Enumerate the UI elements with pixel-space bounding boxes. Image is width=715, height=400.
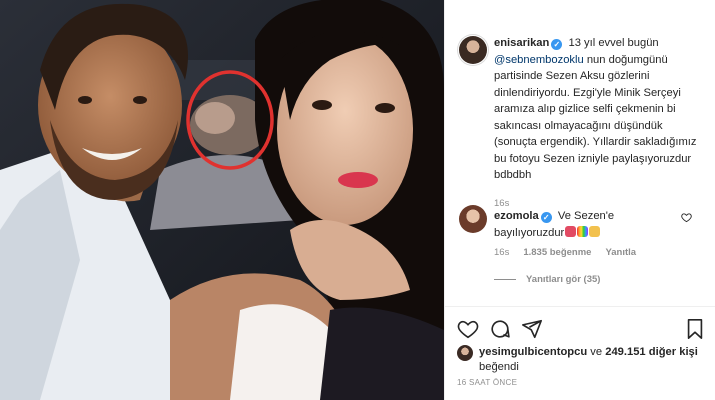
commenter-avatar[interactable] xyxy=(459,205,487,233)
heart-icon[interactable] xyxy=(457,318,479,340)
reply-button[interactable]: Yanıtla xyxy=(605,247,636,258)
post-sidebar: enisarikan ✓ 13 yıl evvel bugün @sebnembo… xyxy=(444,0,715,400)
likes-suffix: beğendi xyxy=(479,361,519,373)
comment-likes[interactable]: 1.835 beğenme xyxy=(523,247,591,258)
first-liker-username[interactable]: yesimgulbicentopcu xyxy=(479,346,587,358)
verified-icon: ✓ xyxy=(540,212,552,223)
verified-icon: ✓ xyxy=(551,39,563,50)
view-replies-label: Yanıtları gör (35) xyxy=(526,274,601,285)
caption-body: nun doğumgünü partisinde Sezen Aksu gözl… xyxy=(494,53,697,182)
comment-item: ezomola ✓ Ve Sezen'e bayılıyoruzdur xyxy=(494,208,684,241)
likes-count[interactable]: 249.151 diğer kişi xyxy=(605,346,698,358)
post-timestamp[interactable]: 16 SAAT ÖNCE xyxy=(457,378,517,387)
commenter-username[interactable]: ezomola xyxy=(494,210,539,222)
action-bar xyxy=(457,318,707,340)
comment-like-heart-icon[interactable] xyxy=(681,212,692,223)
emoji-rainbow-flag-icon xyxy=(577,225,589,237)
likes-and: ve xyxy=(587,346,606,358)
comment-meta: 16s 1.835 beğenme Yanıtla xyxy=(494,247,636,258)
caption-intro: 13 yıl evvel bugün xyxy=(565,37,659,49)
author-avatar[interactable] xyxy=(459,36,487,64)
author-username[interactable]: enisarikan xyxy=(494,37,549,49)
divider xyxy=(445,306,715,307)
likes-summary: yesimgulbicentopcu ve 249.151 diğer kişi… xyxy=(459,345,709,375)
view-replies-button[interactable]: Yanıtları gör (35) xyxy=(494,274,600,285)
bookmark-icon[interactable] xyxy=(685,318,705,340)
share-icon[interactable] xyxy=(521,318,543,340)
photo-illustration xyxy=(0,0,444,400)
post-photo[interactable] xyxy=(0,0,444,400)
emoji-pray-icon xyxy=(589,225,601,237)
comment-icon[interactable] xyxy=(489,318,511,340)
replies-line xyxy=(494,279,516,280)
post-caption: enisarikan ✓ 13 yıl evvel bugün @sebnembo… xyxy=(494,35,704,212)
emoji-heart-icon xyxy=(565,225,577,237)
caption-mention[interactable]: @sebnembozoklu xyxy=(494,54,584,66)
comment-time[interactable]: 16s xyxy=(494,247,509,258)
